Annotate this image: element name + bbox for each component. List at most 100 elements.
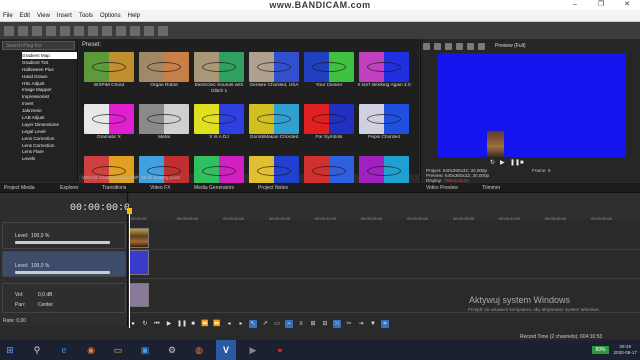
fx-item[interactable]: Legal Level — [22, 128, 77, 135]
play-icon[interactable]: ▶ — [500, 160, 507, 167]
envelope-tool-icon[interactable]: ↗ — [261, 320, 269, 328]
fx-item[interactable]: Gradient Tint — [22, 59, 77, 66]
copy-icon[interactable] — [102, 25, 112, 36]
fx-item[interactable]: LAB Adjust — [22, 114, 77, 121]
stop-icon[interactable]: ■ — [189, 320, 197, 328]
minimize-button[interactable]: – — [562, 0, 588, 10]
windows-start-icon[interactable]: ⊞ — [0, 340, 20, 360]
preset-item[interactable]: Metal — [137, 104, 191, 148]
snapping-icon[interactable]: ⌁ — [285, 320, 293, 328]
save-icon[interactable] — [32, 25, 42, 36]
battery-indicator[interactable]: 89% — [592, 346, 609, 354]
delete-icon[interactable] — [130, 25, 140, 36]
playhead[interactable] — [129, 213, 130, 328]
clock[interactable]: 09:49 2020-08-17 — [614, 344, 638, 356]
fx-item[interactable]: Image Mapper — [22, 86, 77, 93]
properties-icon[interactable] — [60, 25, 70, 36]
menu-insert[interactable]: Insert — [57, 13, 72, 19]
play-from-start-icon[interactable]: ⏮ — [153, 320, 161, 328]
preset-item[interactable]: X Isn't Working Again 2.0 — [357, 52, 411, 96]
go-end-icon[interactable]: ⏩ — [213, 320, 221, 328]
fx-item[interactable]: Jakrzenie — [22, 107, 77, 114]
save-snapshot-icon[interactable] — [478, 42, 485, 50]
fx-item[interactable]: Levels — [22, 155, 77, 162]
preset-item[interactable]: Gensee Chorded, USA — [247, 52, 301, 96]
search-icon[interactable]: ⚲ — [27, 340, 47, 360]
close-button[interactable]: ✕ — [614, 0, 640, 10]
normal-edit-tool-icon[interactable]: ↖ — [249, 320, 257, 328]
audio-clip[interactable] — [129, 283, 149, 307]
marker-icon[interactable]: ▼ — [369, 320, 377, 328]
preview-quality-select[interactable]: Preview (Full) — [495, 43, 526, 49]
video-clip-blue[interactable] — [129, 250, 149, 275]
fx-item[interactable]: Layer Dimensions — [22, 121, 77, 128]
pause-icon[interactable]: ❚❚ — [510, 160, 520, 167]
tab-trimmer[interactable]: Trimmer — [482, 183, 500, 193]
cut-icon[interactable] — [88, 25, 98, 36]
menu-options[interactable]: Options — [100, 13, 121, 19]
tab-transitions[interactable]: Transitions — [102, 183, 126, 193]
play-icon[interactable]: ▶ — [165, 320, 173, 328]
prev-frame-icon[interactable]: ◂ — [225, 320, 233, 328]
copy-snapshot-icon[interactable] — [467, 42, 474, 50]
menu-help[interactable]: Help — [128, 13, 140, 19]
firefox-icon[interactable]: ◉ — [81, 340, 101, 360]
tab-project-media[interactable]: Project Media — [4, 183, 35, 193]
preset-item[interactable]: Dramatic X — [82, 104, 136, 148]
loop-icon[interactable]: ↻ — [490, 160, 497, 167]
menu-tools[interactable]: Tools — [79, 13, 93, 19]
preset-item[interactable]: X Is A DJ — [192, 104, 246, 148]
stop-icon[interactable]: ■ — [520, 160, 527, 167]
menu-view[interactable]: View — [37, 13, 50, 19]
redo-icon[interactable] — [158, 25, 168, 36]
lock-envelopes-icon[interactable]: ⊞ — [309, 320, 317, 328]
fx-item[interactable]: Halloween Plus — [22, 66, 77, 73]
render-icon[interactable] — [46, 25, 56, 36]
menu-edit[interactable]: Edit — [20, 13, 30, 19]
fx-item-selected[interactable]: Gradient Map — [22, 52, 77, 59]
preset-item[interactable]: For Symbols — [302, 104, 356, 148]
auto-crossfade-icon[interactable]: ⤫ — [333, 320, 341, 328]
settings-icon[interactable] — [74, 25, 84, 36]
record-icon[interactable]: ● — [129, 320, 137, 328]
fx-item[interactable]: HSL Adjust — [22, 80, 77, 87]
bandicam-icon[interactable]: ● — [270, 340, 290, 360]
settings-icon[interactable]: ⚙ — [162, 340, 182, 360]
preset-item[interactable]: GoroblMakan Chorded — [247, 104, 301, 148]
external-monitor-icon[interactable] — [434, 42, 441, 50]
selection-tool-icon[interactable]: ▭ — [273, 320, 281, 328]
tab-video-preview[interactable]: Video Preview — [426, 183, 458, 193]
overlays-icon[interactable] — [456, 42, 463, 50]
open-icon[interactable] — [18, 25, 28, 36]
paste-icon[interactable] — [116, 25, 126, 36]
chrome-icon[interactable]: ◍ — [189, 340, 209, 360]
tab-project-notes[interactable]: Project Notes — [258, 183, 288, 193]
ignore-grouping-icon[interactable]: ⊟ — [321, 320, 329, 328]
vegas-pro-icon[interactable]: V — [216, 340, 236, 360]
split-screen-icon[interactable] — [445, 42, 452, 50]
undo-icon[interactable] — [144, 25, 154, 36]
split-icon[interactable]: ✂ — [345, 320, 353, 328]
fx-item[interactable]: Lens Flare — [22, 148, 77, 155]
fx-item[interactable]: Invert — [22, 100, 77, 107]
new-project-icon[interactable] — [4, 25, 14, 36]
tab-explorer[interactable]: Explorer — [60, 183, 79, 193]
edge-icon[interactable]: e — [54, 340, 74, 360]
fx-item[interactable]: Lens Correction — [22, 142, 77, 149]
pause-icon[interactable]: ❚❚ — [177, 320, 187, 328]
fx-item[interactable]: Hand Drawn — [22, 73, 77, 80]
store-icon[interactable]: ▣ — [135, 340, 155, 360]
audio-track-header[interactable] — [2, 283, 126, 313]
menu-file[interactable]: File — [3, 13, 13, 19]
region-icon[interactable]: ⌗ — [381, 320, 389, 328]
tab-media-generators[interactable]: Media Generators — [194, 183, 234, 193]
plugin-search-input[interactable]: Search Plug-Ins — [2, 41, 75, 50]
preview-settings-icon[interactable] — [423, 42, 430, 50]
preset-item[interactable]: Electronic Sounds with Glitch 1 — [192, 52, 246, 96]
fx-item[interactable]: Lens Correction — [22, 135, 77, 142]
preset-item[interactable]: WXPiM Chord — [82, 52, 136, 96]
maximize-button[interactable]: ❐ — [588, 0, 614, 10]
track-2-level-slider[interactable] — [15, 271, 110, 274]
autoripple-icon[interactable]: ≡ — [297, 320, 305, 328]
loop-playback-icon[interactable]: ↻ — [141, 320, 149, 328]
